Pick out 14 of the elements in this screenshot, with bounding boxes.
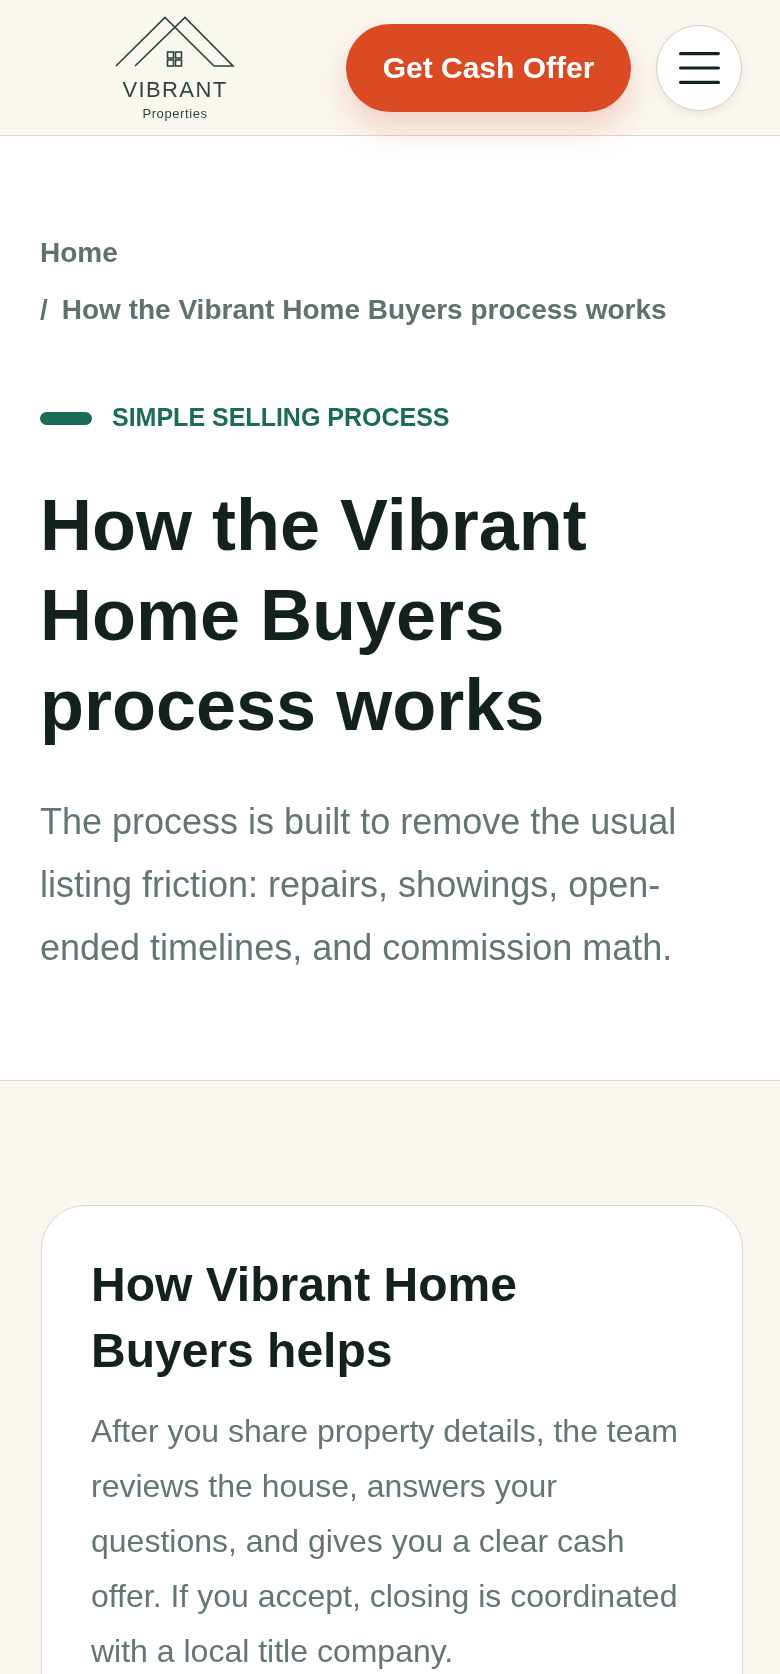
house-logo-icon [115, 16, 235, 68]
logo-name: VIBRANT [122, 78, 228, 102]
page-title: How the Vibrant Home Buyers process works [40, 484, 588, 747]
eyebrow-label: SIMPLE SELLING PROCESS [112, 402, 450, 433]
card-title: How Vibrant Home Buyers helps [91, 1257, 518, 1379]
breadcrumb-separator: / [40, 293, 48, 327]
accent-bar-icon [40, 412, 92, 425]
logo-tagline: Properties [142, 106, 208, 121]
get-cash-offer-button[interactable]: Get Cash Offer [346, 23, 631, 112]
breadcrumb-link[interactable]: Home [40, 233, 118, 272]
breadcrumb-current: How the Vibrant Home Buyers process works [61, 293, 667, 327]
lead-paragraph: The process is built to remove the usual listing friction: repairs, showings, open-ended timelines, and commission math. [40, 800, 678, 970]
menu-icon [678, 51, 720, 84]
card-body: After you share property details, the team reviews the house, answers your questions, and gives you a clear cash offer. If you accept, closing is coordinated with a local title company. [91, 1412, 679, 1671]
